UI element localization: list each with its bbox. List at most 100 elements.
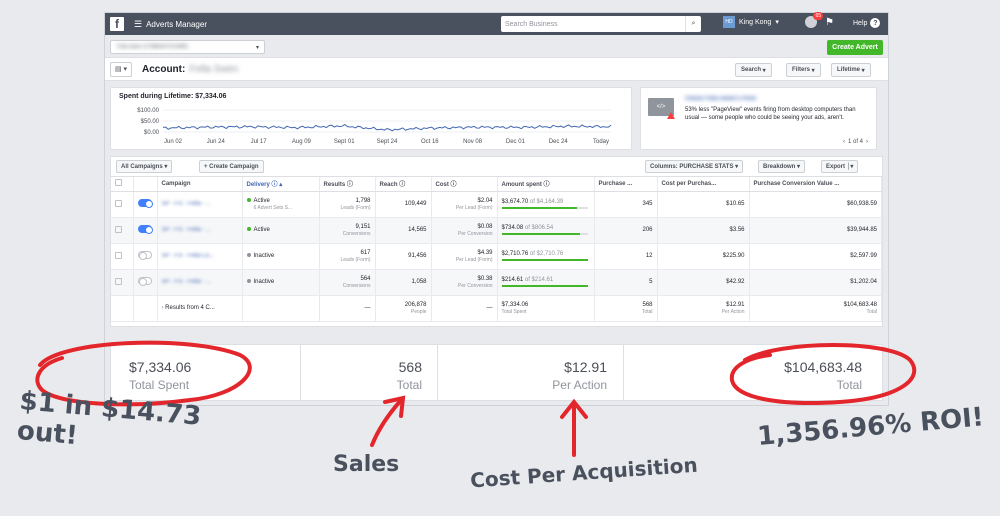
totals-reach-value: 206,878 (404, 301, 427, 308)
summary-total-spent: $7,334.06 Total Spent (111, 345, 301, 400)
totals-label-text: Results from 4 C... (165, 305, 215, 311)
info-icon: ⓘ (543, 182, 550, 189)
row-checkbox-cell[interactable] (111, 217, 134, 244)
col-amount-spent-label: Amount spent (501, 182, 542, 189)
pixel-link[interactable]: Check Fella Swim's Pixel (685, 96, 756, 102)
user-menu[interactable]: HD King Kong ▾ (723, 16, 779, 28)
campaign-link[interactable]: SP - FS - Fella Lo... (162, 253, 215, 259)
row-checkbox-cell[interactable] (111, 191, 134, 218)
row-toggle-cell[interactable] (133, 243, 158, 270)
col-results[interactable]: Results ⓘ (319, 177, 376, 192)
campaign-toggle[interactable] (137, 251, 152, 260)
col-purchase-value[interactable]: Purchase Conversion Value ... (749, 177, 882, 192)
campaign-toggle[interactable] (137, 199, 153, 208)
filters-button[interactable]: Filters ▾ (786, 63, 821, 77)
results-sub: Leads (Form) (340, 204, 371, 211)
facebook-logo[interactable]: f (110, 17, 124, 31)
status-dot (246, 252, 251, 257)
campaign-name[interactable]: SP - FS - Fella - ... (157, 191, 243, 218)
chevron-left-icon[interactable]: ‹ (843, 139, 845, 145)
totals-value-value: $104,683.48 (843, 301, 877, 308)
table-row[interactable]: SP - FS - Fella - ... Active 6 Advert Sets… (111, 191, 882, 218)
summary-value: $12.91 (564, 359, 607, 375)
campaign-name[interactable]: SP - FS - Fella Lo... (157, 243, 243, 270)
results-cell: 564 Conversions (319, 269, 376, 296)
all-campaigns-dropdown[interactable]: All Campaigns ▾ (116, 160, 173, 173)
totals-spent-sub: Total Spent (501, 308, 527, 315)
amount-spent-cell: $2,710.76 of $2,710.76 (497, 243, 595, 270)
cost-cell: $0.38 Per Conversion (431, 269, 498, 296)
campaign-link[interactable]: SP - FS - Fella - ... (162, 279, 212, 285)
checkbox[interactable] (115, 179, 122, 187)
checkbox[interactable] (115, 199, 122, 207)
col-reach[interactable]: Reach ⓘ (375, 177, 432, 192)
campaign-name[interactable]: SP - FS - Fella - ... (157, 217, 243, 244)
topbar-icons: 65 ⚑ (805, 12, 834, 28)
summary-total-value: $104,683.48 Total (624, 345, 882, 400)
campaign-toggle[interactable] (137, 277, 152, 286)
spent-chart-card: Spent during Lifetime: $7,334.06 $100.00… (110, 87, 632, 150)
help-button[interactable]: Help ? (853, 18, 881, 28)
x-tick-label: Aug 09 (292, 139, 312, 145)
create-campaign-button[interactable]: + Create Campaign (199, 160, 264, 173)
col-campaign[interactable]: Campaign (157, 177, 243, 192)
purchase-value-cell: $39,944.85 (749, 217, 882, 244)
create-campaign-label: + Create Campaign (204, 163, 259, 170)
notification-badge: 65 (813, 12, 823, 20)
cost-per-purchase-cell: $42.92 (657, 269, 750, 296)
campaign-link[interactable]: SP - FS - Fella - ... (162, 227, 212, 233)
overview-cards: Spent during Lifetime: $7,334.06 $100.00… (110, 87, 883, 150)
col-cost[interactable]: Cost ⓘ (431, 177, 498, 192)
amount-spent-budget: of $214.61 (524, 277, 554, 283)
campaign-name[interactable]: SP - FS - Fella - ... (157, 269, 243, 296)
select-all-header[interactable] (111, 177, 134, 192)
checkbox[interactable] (115, 277, 122, 285)
search-business-input[interactable]: Search Business ⌕ (501, 16, 701, 32)
delivery-cell: Active (242, 217, 320, 244)
account-dropdown[interactable]: Fella Swim (1708603272/19/80) ▾ (110, 40, 265, 54)
row-toggle-cell[interactable] (133, 191, 158, 218)
layout-toggle-button[interactable]: ▤ ▾ (110, 61, 132, 77)
campaign-link[interactable]: SP - FS - Fella - ... (162, 201, 212, 207)
search-button[interactable]: Search ▾ (735, 63, 772, 77)
cost-per-purchase-cell: $3.56 (657, 217, 750, 244)
campaign-toggle[interactable] (137, 225, 153, 234)
table-row[interactable]: SP - FS - Fella Lo... Inactive 617 Leads (F… (111, 243, 882, 270)
notifications-icon[interactable]: 65 (805, 12, 823, 28)
hamburger-icon[interactable]: ☰ (134, 19, 142, 30)
breakdown-dropdown[interactable]: Breakdown ▾ (758, 160, 806, 173)
totals-row: › Results from 4 C... — 206,878 People — … (111, 295, 882, 322)
col-delivery[interactable]: Delivery ⓘ ▴ (242, 177, 320, 192)
y-tick-label: $50.00 (141, 119, 160, 125)
flag-icon[interactable]: ⚑ (825, 17, 834, 28)
account-label: Account: (142, 63, 186, 75)
checkbox[interactable] (115, 251, 122, 259)
checkbox[interactable] (115, 225, 122, 233)
search-icon[interactable]: ⌕ (685, 16, 701, 32)
x-tick-label: Sept 01 (334, 139, 355, 145)
col-cost-per-purchase[interactable]: Cost per Purchas... (657, 177, 750, 192)
amount-spent-budget: of $2,710.76 (529, 251, 564, 257)
table-row[interactable]: SP - FS - Fella - ... Inactive 564 Conversi… (111, 269, 882, 296)
totals-spent-value: $7,334.06 (501, 301, 529, 308)
export-button[interactable]: Export │▾ (821, 160, 859, 173)
chevron-right-icon[interactable]: › (866, 139, 868, 145)
toggle-header (133, 177, 158, 192)
totals-label[interactable]: › Results from 4 C... (157, 295, 243, 322)
cost-cell: $2.04 Per Lead (Form) (431, 191, 498, 218)
summary-value: $7,334.06 (129, 359, 192, 375)
row-toggle-cell[interactable] (133, 269, 158, 296)
columns-dropdown[interactable]: Columns: PURCHASE STATS ▾ (645, 160, 744, 173)
col-purchases[interactable]: Purchase ... (594, 177, 658, 192)
col-amount-spent[interactable]: Amount spent ⓘ (497, 177, 595, 192)
delivery-status: Inactive (253, 252, 275, 259)
row-toggle-cell[interactable] (133, 217, 158, 244)
create-advert-button[interactable]: Create Advert (827, 40, 883, 55)
results-value: 564 (360, 275, 371, 282)
table-row[interactable]: SP - FS - Fella - ... Active 9,151 Conversi… (111, 217, 882, 244)
row-checkbox-cell[interactable] (111, 269, 134, 296)
columns-label: Columns: PURCHASE STATS (650, 163, 734, 170)
all-campaigns-label: All Campaigns (121, 163, 163, 170)
date-range-button[interactable]: Lifetime ▾ (831, 63, 871, 77)
row-checkbox-cell[interactable] (111, 243, 134, 270)
